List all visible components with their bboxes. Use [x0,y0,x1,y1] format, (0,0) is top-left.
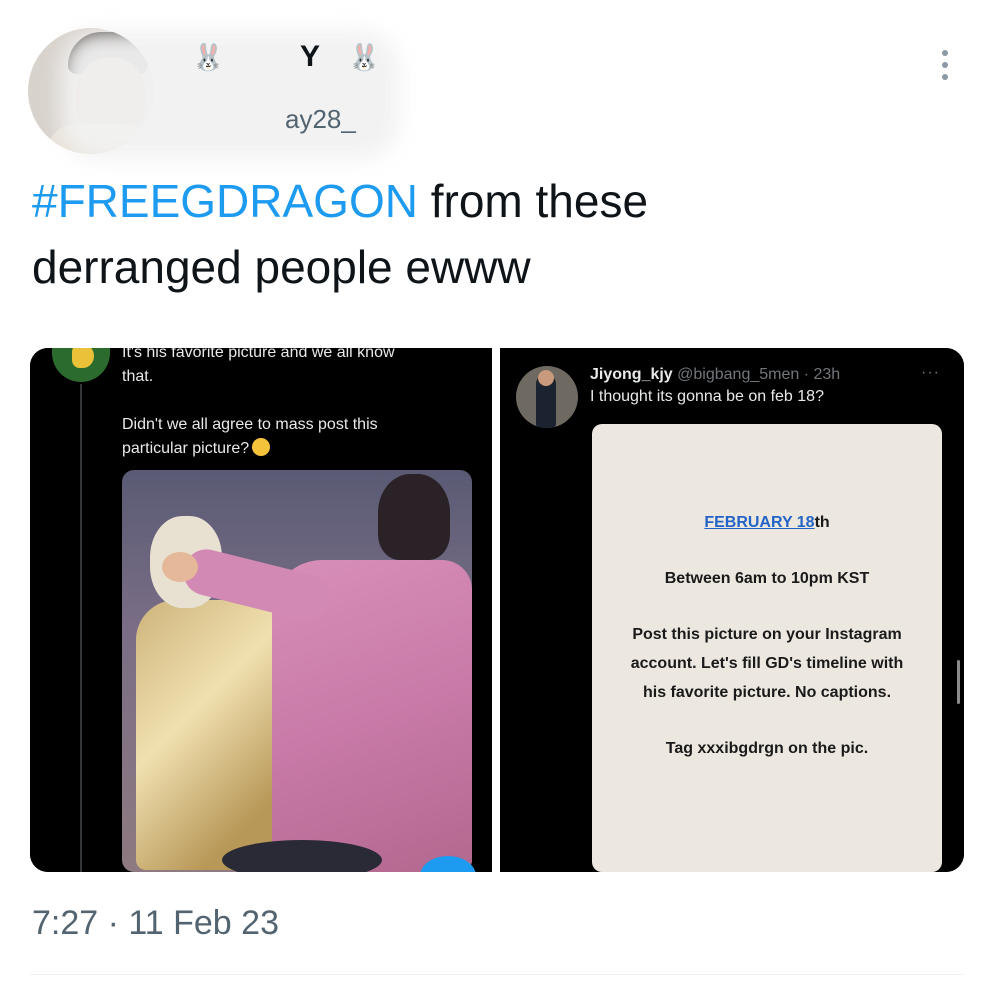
left-text-line4: particular picture? [122,440,250,457]
reply-meta: @bigbang_5men · 23h [672,366,841,383]
note-instruction-3: his favorite picture. No captions. [642,684,892,701]
reply-text: I thought its gonna be on feb 18? [590,388,824,405]
scrollbar-thumb[interactable] [957,660,960,704]
jiyong-avatar [516,366,578,428]
note-instruction-2: account. Let's fill GD's timeline with [630,655,904,672]
tweet-media[interactable]: It's his favorite picture and we all kno… [30,348,964,872]
divider [30,974,964,975]
tweet-text-line2: derranged people ewww [32,241,531,293]
media-screenshot-left[interactable]: It's his favorite picture and we all kno… [30,348,492,872]
instruction-note: FEBRUARY 18th Between 6am to 10pm KST Po… [592,424,942,872]
thinking-face-icon [252,438,271,456]
bunny-icon: 🐰 [348,42,381,72]
author-handle[interactable]: ay28_ [285,104,356,135]
author-name[interactable]: Y [300,40,320,74]
reply-header: Jiyong_kjy @bigbang_5men · 23h [590,366,840,384]
reply-more-icon: ··· [921,364,940,381]
date-suffix: th [814,514,830,531]
date-link: FEBRUARY 18 [704,514,815,531]
note-instruction-1: Post this picture on your Instagram [632,626,902,643]
left-text-line2: that. [122,368,154,385]
media-screenshot-right[interactable]: Jiyong_kjy @bigbang_5men · 23h ··· I tho… [500,348,964,872]
more-dots-vertical-icon[interactable] [942,50,948,80]
embedded-photo[interactable] [122,470,472,872]
tweet-text-line1: from these [417,175,649,227]
user-avatar [52,348,110,382]
reply-display-name: Jiyong_kjy [590,366,673,383]
note-tag: Tag xxxibgdrgn on the pic. [665,740,869,757]
tweet-text: #FREEGDRAGON from these derranged people… [32,168,648,300]
tweet-timestamp[interactable]: 7:27 · 11 Feb 23 [32,904,279,943]
bunny-icon: 🐰 [192,42,225,72]
thread-line [80,384,82,872]
left-text-line1: It's his favorite picture and we all kno… [122,348,395,361]
left-text-line3: Didn't we all agree to mass post this [122,416,378,433]
media-divider [492,348,500,872]
hashtag-link[interactable]: #FREEGDRAGON [32,175,418,227]
note-time: Between 6am to 10pm KST [664,570,870,587]
